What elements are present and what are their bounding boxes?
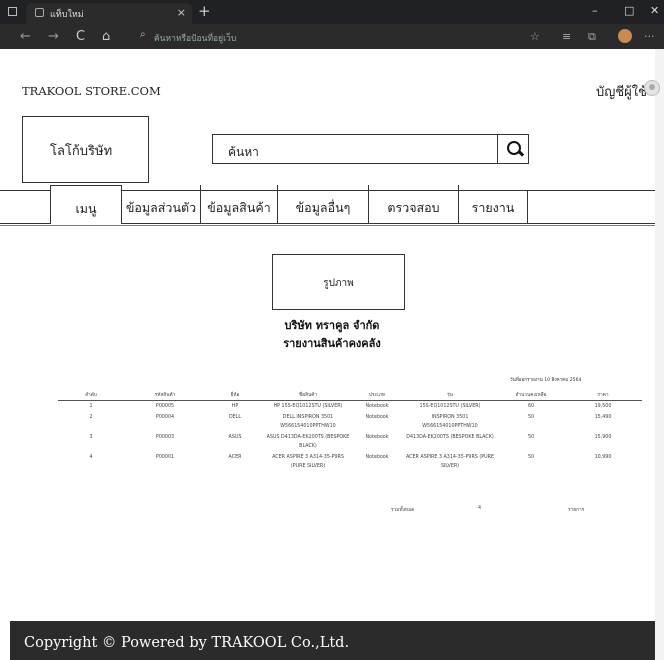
table-cell: P00005 — [155, 404, 175, 409]
browser-tab-bar: แท็บใหม่ × + – □ ✕ — [0, 0, 664, 24]
table-cell: HP 15S-EQ1012STU (SILVER) — [273, 404, 343, 409]
summary-count: 4 — [478, 506, 482, 511]
report-title: รายงานสินค้าคงคลัง — [283, 337, 381, 350]
search-placeholder: ค้นหา — [228, 145, 259, 159]
new-tab-button[interactable]: + — [198, 2, 211, 20]
address-search-icon: ⌕ — [140, 29, 146, 40]
report-print-date: วันที่ออกรายงาน 10 สิงหาคม 2564 — [510, 378, 582, 383]
table-cell: 15S-EQ1012STU (SILVER) — [419, 404, 481, 409]
table-row: 4 P00001 ACER ACER ASPIRE 3 A314-35-P9RS… — [58, 452, 642, 472]
column-header: จำนวนคงเหลือ — [498, 390, 564, 401]
divider — [0, 225, 655, 226]
column-header: ชื่อสินค้า — [264, 390, 352, 401]
back-button[interactable]: ← — [20, 29, 31, 44]
address-bar[interactable]: ⌕ ค้นหาหรือป้อนที่อยู่เว็บ — [132, 27, 522, 46]
table-cell: 50 — [527, 455, 535, 460]
column-header: รหัสสินค้า — [124, 390, 206, 401]
table-cell: DELL INSPIRON 3501 W566154010PPTHW10 — [280, 415, 336, 429]
more-menu-icon[interactable]: ··· — [644, 30, 655, 43]
minimize-button[interactable]: – — [592, 4, 598, 17]
forward-button[interactable]: → — [48, 29, 59, 44]
menu-item-product-info[interactable]: ข้อมูลสินค้า — [200, 185, 277, 223]
tab-favicon-icon — [35, 8, 44, 17]
menu-item-personal-info[interactable]: ข้อมูลส่วนตัว — [122, 185, 200, 223]
table-cell: HP — [231, 404, 239, 409]
table-cell: DELL — [228, 415, 242, 420]
maximize-button[interactable]: □ — [624, 4, 634, 17]
logo-label: โลโก้บริษัท — [50, 144, 113, 159]
table-cell: 50 — [527, 415, 535, 420]
page-scrollbar[interactable] — [655, 49, 664, 660]
reload-button[interactable]: C — [76, 29, 85, 44]
favorites-list-icon[interactable]: ≡ — [562, 30, 571, 43]
table-row: 3 P00003 ASUS ASUS D413DA-EK200TS (BESPO… — [58, 432, 642, 452]
column-header: ราคา — [564, 390, 642, 401]
report-company-name: บริษัท ทราคูล จำกัด — [284, 319, 380, 332]
table-cell: P00003 — [155, 435, 175, 440]
table-cell: 10,990 — [594, 455, 612, 460]
tab-title: แท็บใหม่ — [50, 10, 84, 20]
column-header: ลำดับ — [58, 390, 124, 401]
window-menu-icon[interactable] — [8, 7, 17, 16]
column-header: ประเภท — [352, 390, 402, 401]
table-row: 1 P00005 HP HP 15S-EQ1012STU (SILVER) No… — [58, 401, 642, 413]
table-cell: 19,500 — [594, 404, 612, 409]
account-label[interactable]: บัญชีผู้ใช้ — [596, 81, 647, 102]
page-footer: Copyright © Powered by TRAKOOL Co.,Ltd. — [10, 621, 655, 660]
table-cell: 3 — [89, 435, 93, 440]
table-cell: ASUS — [228, 435, 242, 440]
close-window-button[interactable]: ✕ — [650, 4, 659, 17]
table-cell: ACER ASPIRE 3 A314-35-P9RS (PURE SILVER) — [405, 455, 495, 469]
table-cell: D413DA-EK200TS (BESPOKE BLACK) — [406, 435, 494, 440]
column-header: ยี่ห้อ — [206, 390, 264, 401]
table-cell: 4 — [89, 455, 93, 460]
column-header: รุ่น — [402, 390, 498, 401]
favorite-star-icon[interactable]: ☆ — [530, 30, 540, 43]
tab-close-icon[interactable]: × — [177, 6, 186, 19]
table-row: 2 P00004 DELL DELL INSPIRON 3501 W566154… — [58, 412, 642, 432]
table-cell: ACER ASPIRE 3 A314-35-P9RS (PURE SILVER) — [272, 455, 344, 469]
address-placeholder: ค้นหาหรือป้อนที่อยู่เว็บ — [154, 34, 237, 44]
search-button[interactable] — [497, 135, 530, 163]
home-button[interactable]: ⌂ — [102, 29, 110, 44]
table-cell: Notebook — [365, 455, 389, 460]
table-cell: ASUS D413DA-EK200TS (BESPOKE BLACK) — [266, 435, 350, 449]
table-cell: Notebook — [365, 415, 389, 420]
browser-tab[interactable]: แท็บใหม่ × — [26, 3, 192, 24]
table-cell: Notebook — [365, 404, 389, 409]
table-cell: INSPIRON 3501 W566154010PPTHW10 — [422, 415, 478, 429]
table-header-row: ลำดับ รหัสสินค้า ยี่ห้อ ชื่อสินค้า ประเภ… — [58, 390, 642, 401]
table-cell: 15,900 — [594, 435, 612, 440]
menu-item-other-info[interactable]: ข้อมูลอื่นๆ — [277, 185, 368, 223]
inventory-table: ลำดับ รหัสสินค้า ยี่ห้อ ชื่อสินค้า ประเภ… — [58, 390, 642, 472]
table-cell: P00004 — [155, 415, 175, 420]
user-avatar-icon[interactable] — [644, 80, 660, 96]
menu-item-menu[interactable]: เมนู — [50, 185, 122, 224]
summary-unit: รายการ — [568, 508, 585, 513]
store-name[interactable]: TRAKOOL STORE.COM — [22, 84, 161, 98]
table-cell: 1 — [89, 404, 93, 409]
table-cell: ACER — [228, 455, 242, 460]
table-cell: 60 — [527, 404, 535, 409]
company-logo-placeholder[interactable]: โลโก้บริษัท — [22, 116, 149, 183]
menu-item-check[interactable]: ตรวจสอบ — [368, 185, 458, 223]
table-cell: P00001 — [155, 455, 175, 460]
copyright-text: Copyright © Powered by TRAKOOL Co.,Ltd. — [24, 635, 350, 651]
image-label: รูปภาพ — [323, 278, 354, 289]
collections-icon[interactable]: ⧉ — [588, 30, 596, 44]
report-image-placeholder: รูปภาพ — [272, 254, 405, 310]
main-menu-bar: เมนู ข้อมูลส่วนตัว ข้อมูลสินค้า ข้อมูลอื… — [0, 185, 655, 224]
table-cell: 15,490 — [594, 415, 612, 420]
table-cell: 2 — [89, 415, 93, 420]
summary-label: รวมทั้งหมด — [391, 508, 415, 513]
address-toolbar: ← → C ⌂ ⌕ ค้นหาหรือป้อนที่อยู่เว็บ ☆ ≡ ⧉… — [0, 24, 664, 49]
table-cell: 50 — [527, 435, 535, 440]
menu-item-report[interactable]: รายงาน — [458, 185, 527, 223]
table-cell: Notebook — [365, 435, 389, 440]
profile-icon[interactable] — [618, 29, 632, 43]
site-search-input[interactable]: ค้นหา — [212, 134, 529, 164]
